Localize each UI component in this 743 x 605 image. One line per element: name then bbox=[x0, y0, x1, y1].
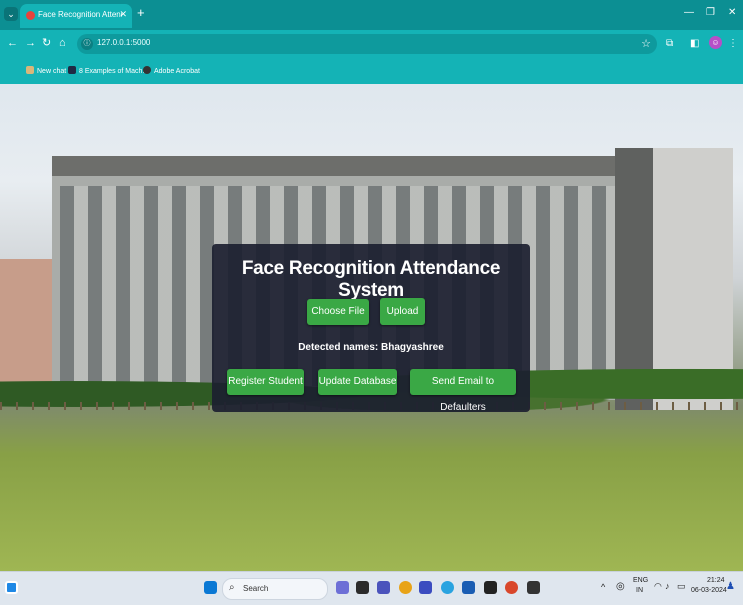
bookmark-star-icon[interactable]: ☆ bbox=[641, 37, 651, 50]
clock-date[interactable]: 06-03-2024 bbox=[691, 587, 727, 594]
page-background: Face Recognition Attendance System Choos… bbox=[0, 84, 743, 571]
attendance-panel: Face Recognition Attendance System Choos… bbox=[212, 244, 530, 413]
reload-icon[interactable]: ↻ bbox=[42, 37, 51, 49]
browser-tab[interactable]: Face Recognition Attendance Sy ✕ bbox=[20, 4, 132, 28]
taskview-icon[interactable] bbox=[356, 581, 369, 594]
widgets-icon[interactable] bbox=[5, 581, 18, 594]
battery-icon[interactable]: ▭ bbox=[677, 581, 686, 592]
acrobat-icon bbox=[143, 66, 151, 74]
arduino-icon[interactable] bbox=[462, 581, 475, 594]
minimize-icon[interactable]: — bbox=[684, 7, 694, 18]
wifi-icon[interactable]: ◠ bbox=[654, 581, 662, 592]
taskbar: ⌕ Search ^ ◎ ENG IN ◠ ♪ ▭ 21:24 06-03-20… bbox=[0, 571, 743, 605]
upload-button[interactable]: Upload bbox=[380, 298, 425, 325]
chrome-icon[interactable] bbox=[399, 581, 412, 594]
address-bar[interactable]: ⓘ 127.0.0.1:5000 ☆ bbox=[77, 34, 657, 54]
choose-file-button[interactable]: Choose File bbox=[307, 299, 369, 325]
tab-strip: ⌄ Face Recognition Attendance Sy ✕ + — ❐… bbox=[0, 0, 743, 30]
detected-names: Detected names: Bhagyashree bbox=[298, 342, 444, 353]
chat-icon bbox=[26, 66, 34, 74]
new-tab-button[interactable]: + bbox=[137, 6, 145, 20]
register-student-button[interactable]: Register Student bbox=[227, 369, 304, 395]
notification-bell-icon[interactable]: ♟ bbox=[726, 581, 735, 592]
article-icon bbox=[68, 66, 76, 74]
close-window-icon[interactable]: ✕ bbox=[728, 7, 736, 18]
profile-avatar-icon[interactable]: ☺ bbox=[709, 36, 722, 49]
app-icon[interactable] bbox=[419, 581, 432, 594]
window-icon[interactable] bbox=[527, 581, 540, 594]
url-text[interactable]: 127.0.0.1:5000 bbox=[97, 38, 150, 47]
bookmarks-bar: New chat 8 Examples of Mach... Adobe Acr… bbox=[0, 58, 743, 84]
tab-search-icon[interactable]: ⌄ bbox=[4, 7, 18, 21]
copilot-icon[interactable] bbox=[336, 581, 349, 594]
taskbar-search[interactable]: ⌕ Search bbox=[222, 578, 328, 600]
tab-close-icon[interactable]: ✕ bbox=[119, 9, 127, 20]
menu-icon[interactable]: ⋮ bbox=[728, 38, 738, 50]
home-icon[interactable]: ⌂ bbox=[59, 37, 66, 49]
bookmark-adobe-acrobat[interactable]: Adobe Acrobat bbox=[143, 66, 200, 75]
page-title: Face Recognition Attendance System bbox=[241, 258, 501, 301]
bookmark-examples[interactable]: 8 Examples of Mach... bbox=[68, 66, 148, 75]
site-info-icon[interactable]: ⓘ bbox=[81, 38, 93, 50]
tray-app-icon[interactable]: ◎ bbox=[616, 581, 625, 592]
bookmark-new-chat[interactable]: New chat bbox=[26, 66, 66, 75]
language-bottom[interactable]: IN bbox=[636, 587, 643, 594]
tab-favicon-icon bbox=[26, 11, 35, 20]
side-panel-icon[interactable]: ◧ bbox=[690, 38, 699, 50]
telegram-icon[interactable] bbox=[441, 581, 454, 594]
search-icon: ⌕ bbox=[229, 582, 235, 593]
browser-toolbar: ← → ↻ ⌂ ⓘ 127.0.0.1:5000 ☆ ⧉ ◧ ⋮ bbox=[0, 30, 743, 58]
chrome-alt-icon[interactable] bbox=[505, 581, 518, 594]
extensions-icon[interactable]: ⧉ bbox=[666, 38, 673, 50]
search-label: Search bbox=[243, 584, 269, 593]
volume-icon[interactable]: ♪ bbox=[665, 581, 670, 591]
send-email-button[interactable]: Send Email to Defaulters bbox=[410, 369, 516, 413]
teams-icon[interactable] bbox=[377, 581, 390, 594]
tray-expand-icon[interactable]: ^ bbox=[601, 582, 605, 592]
back-icon[interactable]: ← bbox=[7, 37, 18, 49]
forward-icon[interactable]: → bbox=[25, 37, 36, 49]
language-top[interactable]: ENG bbox=[633, 577, 648, 584]
clock-time[interactable]: 21:24 bbox=[707, 577, 725, 584]
update-database-button[interactable]: Update Database bbox=[318, 369, 397, 395]
maximize-icon[interactable]: ❐ bbox=[706, 7, 715, 18]
start-icon[interactable] bbox=[204, 581, 217, 594]
terminal-icon[interactable] bbox=[484, 581, 497, 594]
tab-title: Face Recognition Attendance Sy bbox=[38, 10, 122, 19]
